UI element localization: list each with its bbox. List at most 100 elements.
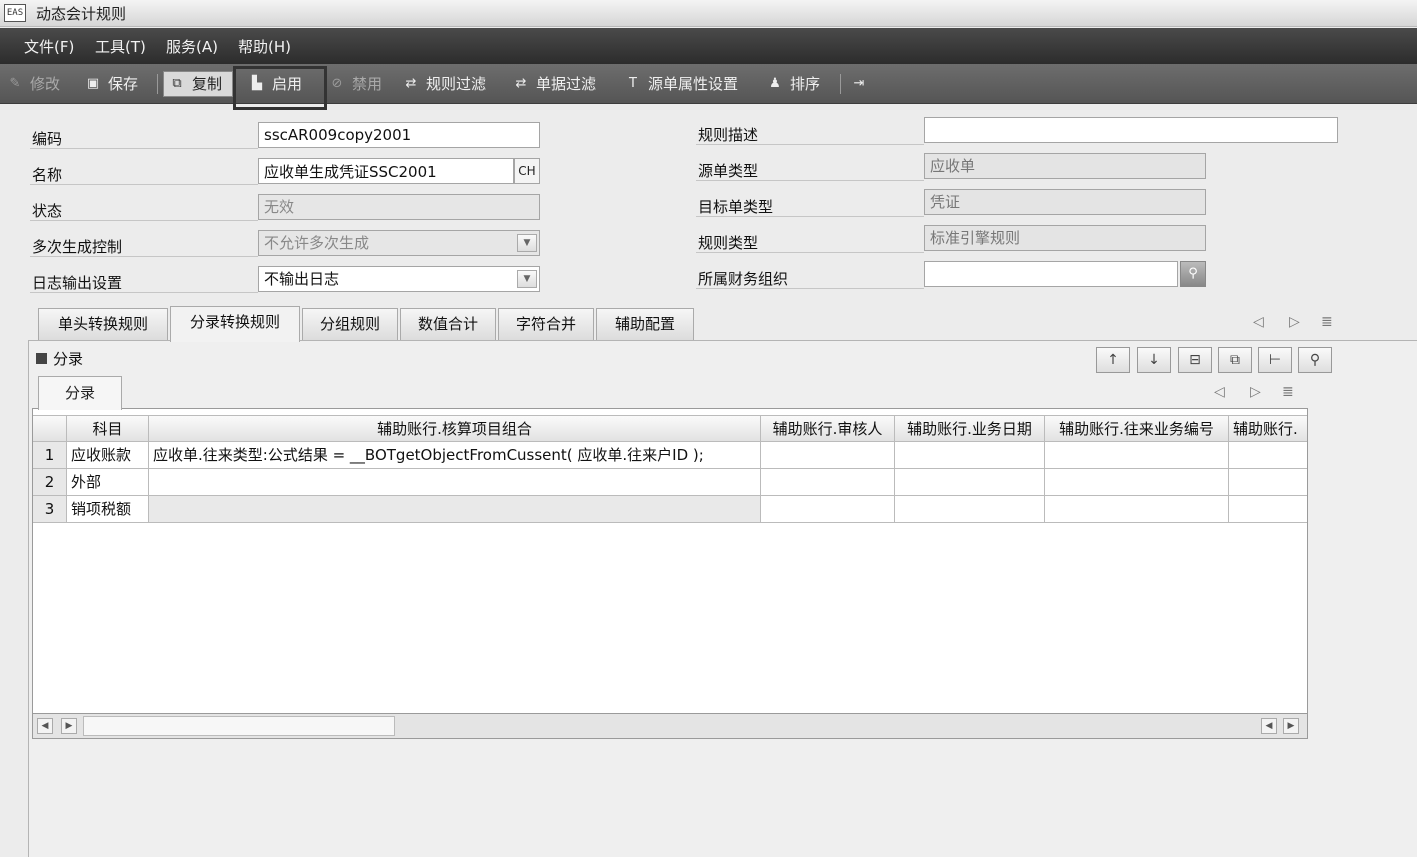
- combo-cell[interactable]: [149, 469, 761, 496]
- scroll-right-icon[interactable]: ▶: [1283, 718, 1299, 734]
- scroll-left-icon[interactable]: ◀: [37, 718, 53, 734]
- column-header[interactable]: 辅助账行.: [1229, 415, 1307, 442]
- move-up-icon[interactable]: ↑: [1096, 347, 1130, 373]
- scroll-left-icon[interactable]: ◀: [1261, 718, 1277, 734]
- table-row[interactable]: 2 外部: [33, 469, 1307, 496]
- grid-cell[interactable]: [895, 496, 1045, 523]
- menu-help[interactable]: 帮助(H): [238, 36, 291, 57]
- row-number: 1: [33, 442, 67, 469]
- combo-cell[interactable]: [149, 496, 761, 523]
- grid-cell[interactable]: [761, 496, 895, 523]
- doc-filter-button[interactable]: ⇄ 单据过滤: [512, 72, 596, 96]
- form-underline: [30, 148, 258, 149]
- column-header[interactable]: 辅助账行.往来业务编号: [1045, 415, 1229, 442]
- exit-button[interactable]: ⇥: [850, 72, 868, 96]
- subtab-prev-icon[interactable]: ◁: [1214, 384, 1225, 400]
- enable-button-label: 启用: [272, 75, 303, 93]
- table-row[interactable]: 1 应收账款 应收单.往来类型:公式结果 = __BOTgetObjectFro…: [33, 442, 1307, 469]
- menu-bar: 文件(F) 工具(T) 服务(A) 帮助(H): [0, 28, 1417, 64]
- column-header[interactable]: 辅助账行.业务日期: [895, 415, 1045, 442]
- tab-value-sum[interactable]: 数值合计: [400, 308, 496, 340]
- finance-org-label: 所属财务组织: [698, 270, 789, 288]
- enable-button[interactable]: ▙ 启用: [248, 72, 302, 96]
- tree-icon[interactable]: ⊢: [1258, 347, 1292, 373]
- tab-prev-icon[interactable]: ◁: [1253, 314, 1264, 330]
- toolbar-separator: [157, 74, 158, 94]
- tab-group-rules[interactable]: 分组规则: [302, 308, 398, 340]
- copy-button[interactable]: ⧉ 复制: [163, 71, 233, 97]
- scroll-thumb[interactable]: [83, 716, 395, 736]
- grid-cell[interactable]: [1229, 469, 1307, 496]
- finance-org-field[interactable]: [924, 261, 1178, 287]
- search-icon[interactable]: ⚲: [1298, 347, 1332, 373]
- grid-cell[interactable]: [761, 469, 895, 496]
- search-icon[interactable]: ⚲: [1180, 261, 1206, 287]
- language-button[interactable]: CH: [514, 158, 540, 184]
- subject-cell[interactable]: 销项税额: [67, 496, 149, 523]
- edit-button-label: 修改: [30, 75, 61, 93]
- target-type-label: 目标单类型: [698, 198, 774, 216]
- name-field[interactable]: [258, 158, 514, 184]
- move-down-icon[interactable]: ↓: [1137, 347, 1171, 373]
- copy-row-icon[interactable]: ⧉: [1218, 347, 1252, 373]
- section-title: 分录: [36, 348, 83, 369]
- column-header[interactable]: 科目: [67, 415, 149, 442]
- grid-cell[interactable]: [1229, 442, 1307, 469]
- subtab-menu-icon[interactable]: ≣: [1282, 384, 1294, 400]
- combo-cell[interactable]: 应收单.往来类型:公式结果 = __BOTgetObjectFromCussen…: [149, 442, 761, 469]
- form-underline: [696, 144, 924, 145]
- log-output-select[interactable]: 不输出日志 ▼: [258, 266, 540, 292]
- chevron-down-icon[interactable]: ▼: [517, 234, 537, 252]
- insert-row-icon[interactable]: ⊟: [1178, 347, 1212, 373]
- tab-entry-rules[interactable]: 分录转换规则: [170, 306, 300, 342]
- code-label: 编码: [32, 130, 63, 148]
- source-attr-button[interactable]: T 源单属性设置: [624, 72, 738, 96]
- tab-menu-icon[interactable]: ≣: [1321, 314, 1333, 330]
- disable-button[interactable]: ⊘ 禁用: [328, 72, 382, 96]
- doc-filter-label: 单据过滤: [536, 75, 597, 93]
- source-attr-label: 源单属性设置: [648, 75, 739, 93]
- grid-cell[interactable]: [1229, 496, 1307, 523]
- form-underline: [696, 180, 924, 181]
- sort-button[interactable]: ♟ 排序: [766, 72, 820, 96]
- tab-char-merge[interactable]: 字符合并: [498, 308, 594, 340]
- tab-next-icon[interactable]: ▷: [1289, 314, 1300, 330]
- scroll-right-icon[interactable]: ▶: [61, 718, 77, 734]
- save-button[interactable]: ▣ 保存: [84, 72, 138, 96]
- menu-service[interactable]: 服务(A): [166, 36, 218, 57]
- menu-tools[interactable]: 工具(T): [95, 36, 146, 57]
- column-header[interactable]: 辅助账行.审核人: [761, 415, 895, 442]
- filter-icon: ⇄: [515, 76, 527, 91]
- grid-header: 科目 辅助账行.核算项目组合 辅助账行.审核人 辅助账行.业务日期 辅助账行.往…: [33, 415, 1307, 442]
- menu-file[interactable]: 文件(F): [24, 36, 74, 57]
- subject-cell[interactable]: 外部: [67, 469, 149, 496]
- chevron-down-icon[interactable]: ▼: [517, 270, 537, 288]
- grid-cell[interactable]: [761, 442, 895, 469]
- grid-cell[interactable]: [1045, 469, 1229, 496]
- tab-aux-config[interactable]: 辅助配置: [596, 308, 694, 340]
- enable-icon: ▙: [252, 76, 262, 91]
- form-underline: [696, 252, 924, 253]
- rule-desc-field[interactable]: [924, 117, 1338, 143]
- multi-gen-select[interactable]: 不允许多次生成 ▼: [258, 230, 540, 256]
- subtab-entries[interactable]: 分录: [38, 376, 122, 410]
- collapse-square-icon[interactable]: [36, 353, 47, 364]
- edit-button[interactable]: ✎ 修改: [6, 72, 60, 96]
- rule-filter-button[interactable]: ⇄ 规则过滤: [402, 72, 486, 96]
- horizontal-scrollbar[interactable]: ◀ ▶ ◀ ▶: [32, 713, 1308, 739]
- grid-cell[interactable]: [895, 442, 1045, 469]
- subject-cell[interactable]: 应收账款: [67, 442, 149, 469]
- grid-cell[interactable]: [1045, 442, 1229, 469]
- tab-header-rules[interactable]: 单头转换规则: [38, 308, 168, 340]
- table-row[interactable]: 3 销项税额: [33, 496, 1307, 523]
- form-underline: [30, 184, 258, 185]
- column-header[interactable]: 辅助账行.核算项目组合: [149, 415, 761, 442]
- source-type-label: 源单类型: [698, 162, 759, 180]
- grid-cell[interactable]: [1045, 496, 1229, 523]
- row-number-header: [33, 415, 67, 442]
- code-field[interactable]: [258, 122, 540, 148]
- copy-icon: ⧉: [172, 76, 182, 91]
- log-output-value: 不输出日志: [264, 270, 340, 288]
- subtab-next-icon[interactable]: ▷: [1250, 384, 1261, 400]
- grid-cell[interactable]: [895, 469, 1045, 496]
